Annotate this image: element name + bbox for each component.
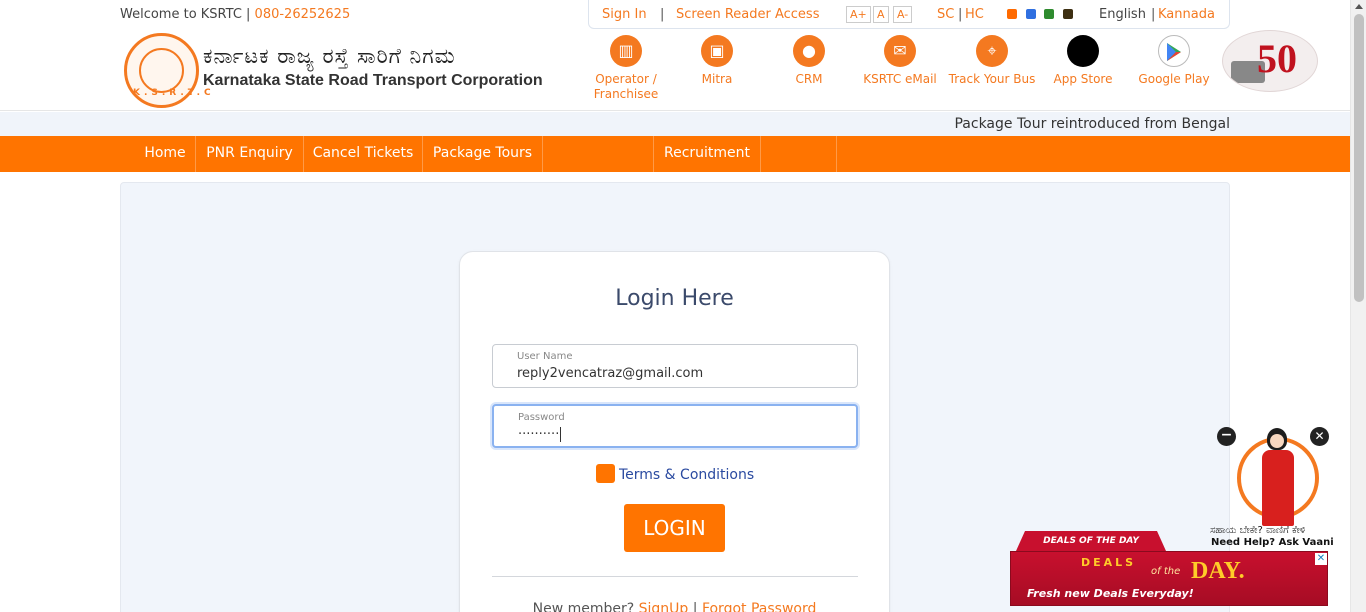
scroll-up-arrow-icon[interactable] [1355,4,1363,9]
username-field[interactable]: User Name [492,344,858,388]
org-name-english: Karnataka State Road Transport Corporati… [203,72,543,89]
lang-kannada-link[interactable]: Kannada [1158,7,1215,22]
login-divider [492,576,858,577]
new-member-text: New member? [532,601,635,612]
quick-link-mitra[interactable]: ▣ Mitra [671,35,763,87]
mail-icon: ✉ [884,35,916,67]
ad-close-icon[interactable]: ✕ [1315,553,1327,565]
welcome-text: Welcome to KSRTC | 080-26252625 [120,7,350,22]
signup-link[interactable]: SignUp [639,601,689,612]
access-divider: | [660,7,665,22]
nav-blank-item-2[interactable] [761,136,837,172]
hc-link[interactable]: HC [965,7,984,22]
password-label: Password [518,412,565,423]
welcome-label: Welcome to KSRTC | [120,7,255,22]
username-label: User Name [517,351,573,362]
vaani-minimize-icon[interactable]: − [1217,427,1236,446]
quick-link-email[interactable]: ✉ KSRTC eMail [854,35,946,87]
quick-link-label: Track Your Bus [948,72,1036,86]
font-normal-button[interactable]: A [873,6,889,23]
page-scrollbar[interactable] [1350,0,1366,612]
nav-cancel-tickets[interactable]: Cancel Tickets [304,136,423,172]
login-card: Login Here User Name Password ··········… [459,251,890,612]
sc-link[interactable]: SC [937,7,954,22]
nav-blank-item[interactable] [543,136,654,172]
quick-link-label: App Store [1053,72,1113,86]
links-divider: | [692,601,698,612]
font-increase-button[interactable]: A+ [846,6,871,23]
logo-letters: K.S.R.T.C [133,88,215,98]
username-input[interactable] [517,366,837,381]
site-header: Welcome to KSRTC | 080-26252625 Sign In … [0,0,1350,111]
login-button[interactable]: LOGIN [624,504,725,552]
quick-link-track-bus[interactable]: ⌖ Track Your Bus [946,35,1038,87]
theme-green-swatch[interactable] [1044,9,1054,19]
sign-in-link[interactable]: Sign In [602,7,647,22]
ad-deals-text: DEALS [1081,556,1137,569]
screen-reader-link[interactable]: Screen Reader Access [676,7,819,22]
text-caret [560,427,566,442]
chart-icon: ▥ [610,35,642,67]
lang-divider: | [1151,7,1156,22]
vaani-avatar[interactable] [1260,428,1294,528]
quick-link-label: CRM [795,72,823,86]
quick-link-google-play[interactable]: Google Play [1128,35,1220,87]
location-icon: ⌖ [976,35,1008,67]
org-name-kannada: ಕರ್ನಾಟಕ ರಾಜ್ಯ ರಸ್ತೆ ಸಾರಿಗೆ ನಿಗಮ [203,44,456,68]
vaani-help-kannada: ಸಹಾಯ ಬೇಕೇ? ವಾಣಿಗೆ ಕೇಳಿ [1210,525,1306,536]
news-ticker: Package Tour reintroduced from Bengal [0,112,1350,136]
quick-link-label: Google Play [1138,72,1210,86]
terms-row[interactable]: Terms & Conditions [596,464,754,483]
lang-english-link[interactable]: English [1099,7,1146,22]
login-title: Login Here [615,286,734,311]
accessibility-bar: Sign In | Screen Reader Access A+ A A- S… [588,0,1230,29]
user-icon: ● [793,35,825,67]
google-play-icon [1158,35,1190,67]
password-field[interactable]: Password ·········· [492,404,858,448]
main-nav: Home PNR Enquiry Cancel Tickets Package … [0,136,1350,172]
anniversary-logo: 50 [1222,30,1318,92]
vaani-saree [1262,450,1294,526]
quick-link-label: Operator / Franchisee [593,72,659,101]
nav-recruitment[interactable]: Recruitment [654,136,761,172]
terms-checkbox[interactable] [596,464,615,483]
nav-package-tours[interactable]: Package Tours [423,136,543,172]
ad-tagline: Fresh new Deals Everyday! [1027,587,1194,600]
theme-brown-swatch[interactable] [1063,9,1073,19]
theme-blue-swatch[interactable] [1026,9,1036,19]
forgot-password-link[interactable]: Forgot Password [702,601,816,612]
vaani-face [1270,434,1284,448]
quick-link-operator[interactable]: ▥ Operator / Franchisee [580,35,672,102]
phone-number[interactable]: 080-26252625 [255,7,351,22]
apple-icon [1067,35,1099,67]
new-member-row: New member? SignUp | Forgot Password [460,601,889,612]
ad-ribbon[interactable]: DEALS OF THE DAY [1016,531,1166,551]
ad-of-the-text: of the [1151,566,1181,577]
quick-link-label: Mitra [701,72,733,86]
password-input[interactable]: ·········· [518,427,838,442]
quick-link-label: KSRTC eMail [863,72,937,86]
nav-pnr-enquiry[interactable]: PNR Enquiry [196,136,304,172]
quick-link-app-store[interactable]: App Store [1037,35,1129,87]
logo-emblem [139,48,184,93]
ticker-text[interactable]: Package Tour reintroduced from Bengal [954,116,1230,132]
anniversary-emblem: 50 [1257,36,1297,81]
ksrtc-logo[interactable]: K.S.R.T.C [124,33,215,108]
vaani-help-english[interactable]: Need Help? Ask Vaani [1211,537,1334,548]
vaani-close-icon[interactable]: ✕ [1310,427,1329,446]
password-dots: ·········· [518,427,560,442]
scrollbar-thumb[interactable] [1354,14,1364,302]
nav-home[interactable]: Home [135,136,196,172]
bus-icon: ▣ [701,35,733,67]
font-decrease-button[interactable]: A- [893,6,913,23]
ad-day-text: DAY. [1191,558,1245,584]
quick-link-crm[interactable]: ● CRM [763,35,855,87]
terms-link[interactable]: Terms & Conditions [619,467,754,483]
deals-ad-banner[interactable]: DEALS of the DAY. Fresh new Deals Everyd… [1010,551,1328,606]
theme-orange-swatch[interactable] [1007,9,1017,19]
sc-hc-divider: | [958,7,963,22]
